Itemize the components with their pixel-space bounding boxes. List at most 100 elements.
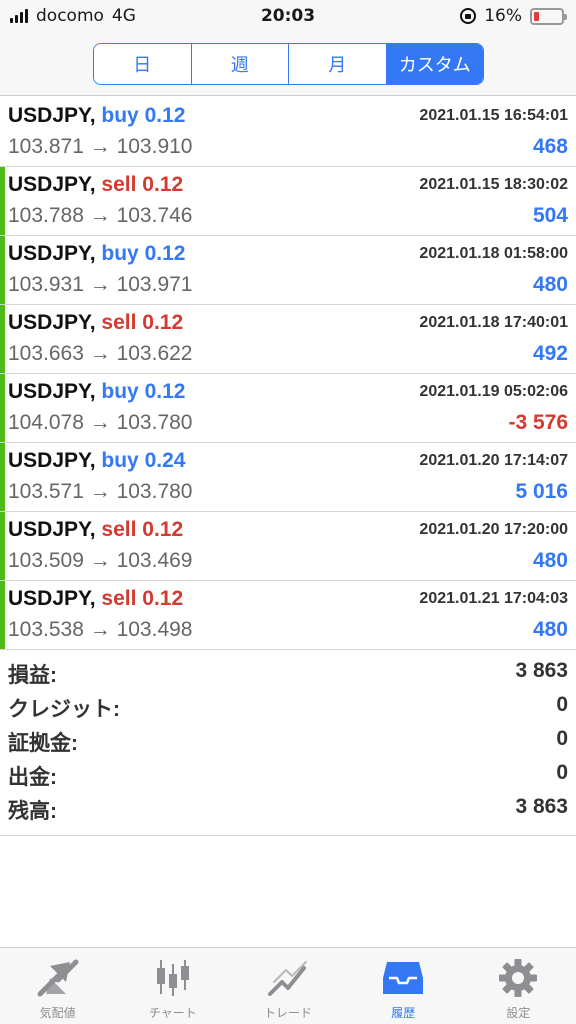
trade-profit: 468 [532, 135, 568, 158]
trade-title: USDJPY, buy 0.12 [8, 242, 185, 266]
segment-month[interactable]: 月 [289, 44, 387, 84]
trade-title: USDJPY, buy 0.24 [8, 449, 185, 473]
trade-title: USDJPY, sell 0.12 [8, 173, 183, 197]
trade-symbol: USDJPY, [8, 173, 96, 196]
trade-volume: 0.12 [142, 311, 184, 334]
trade-row[interactable]: USDJPY, sell 0.12 2021.01.21 17:04:03 10… [0, 581, 576, 650]
tab-label: 気配値 [39, 1006, 76, 1020]
trade-datetime: 2021.01.18 17:40:01 [419, 314, 568, 331]
account-summary: 損益: 3 863 クレジット: 0 証拠金: 0 出金: 0 残高: 3 86… [0, 654, 576, 836]
trade-datetime: 2021.01.19 05:02:06 [419, 383, 568, 400]
trade-volume: 0.12 [144, 380, 186, 403]
summary-label: 証拠金: [8, 732, 78, 755]
trade-profit: 504 [532, 204, 568, 227]
trade-volume: 0.12 [142, 173, 184, 196]
trade-title: USDJPY, buy 0.12 [8, 380, 185, 404]
trade-prices: 103.509 → 103.469 [8, 549, 193, 572]
rotation-lock-icon [460, 8, 477, 24]
trade-side: buy [101, 449, 139, 472]
summary-credit: クレジット: 0 [0, 688, 576, 722]
trade-title: USDJPY, sell 0.12 [8, 311, 183, 335]
trade-volume: 0.12 [144, 104, 186, 127]
trade-profit: 480 [532, 618, 568, 641]
quotes-icon [37, 959, 79, 997]
trade-symbol: USDJPY, [8, 449, 96, 472]
bottom-tab-bar: 気配値 チャート トレード 履歴 設定 [0, 947, 576, 1024]
trade-row[interactable]: USDJPY, buy 0.24 2021.01.20 17:14:07 103… [0, 443, 576, 512]
summary-label: 出金: [8, 766, 57, 789]
summary-deposit: 証拠金: 0 [0, 722, 576, 756]
trade-datetime: 2021.01.20 17:20:00 [419, 521, 568, 538]
status-right: 16% [460, 6, 567, 26]
trade-datetime: 2021.01.21 17:04:03 [419, 590, 568, 607]
trade-prices: 103.871 → 103.910 [8, 135, 193, 158]
summary-profit: 損益: 3 863 [0, 654, 576, 688]
trade-prices: 103.788 → 103.746 [8, 204, 193, 227]
tab-label: トレード [264, 1006, 313, 1020]
trade-side: sell [101, 173, 137, 196]
trade-row[interactable]: USDJPY, sell 0.12 2021.01.18 17:40:01 10… [0, 305, 576, 374]
trade-volume: 0.24 [144, 449, 186, 472]
status-bar: docomo 4G 20:03 16% [0, 0, 576, 34]
trade-row[interactable]: USDJPY, buy 0.12 2021.01.19 05:02:06 104… [0, 374, 576, 443]
summary-withdrawal: 出金: 0 [0, 756, 576, 790]
summary-label: クレジット: [8, 698, 120, 721]
trade-side: buy [101, 104, 139, 127]
period-segmented-control: 日 週 月 カスタム [93, 43, 484, 85]
segment-day[interactable]: 日 [94, 44, 192, 84]
trade-side: buy [101, 380, 139, 403]
trade-row[interactable]: USDJPY, buy 0.12 2021.01.15 16:54:01 103… [0, 98, 576, 167]
trade-symbol: USDJPY, [8, 311, 96, 334]
trade-title: USDJPY, sell 0.12 [8, 587, 183, 611]
trade-datetime: 2021.01.18 01:58:00 [419, 245, 568, 262]
trade-side: sell [101, 311, 137, 334]
period-selector-bar: 日 週 月 カスタム [0, 34, 576, 96]
summary-value: 3 863 [515, 659, 568, 682]
trade-datetime: 2021.01.20 17:14:07 [419, 452, 568, 469]
segment-week[interactable]: 週 [191, 44, 289, 84]
tab-label: 履歴 [391, 1006, 416, 1020]
trade-title: USDJPY, sell 0.12 [8, 518, 183, 542]
trade-symbol: USDJPY, [8, 380, 96, 403]
summary-value: 0 [556, 693, 568, 716]
trade-prices: 103.538 → 103.498 [8, 618, 193, 641]
trade-symbol: USDJPY, [8, 104, 96, 127]
trade-volume: 0.12 [142, 518, 184, 541]
trade-prices: 104.078 → 103.780 [8, 411, 193, 434]
trade-row[interactable]: USDJPY, buy 0.12 2021.01.18 01:58:00 103… [0, 236, 576, 305]
history-list: USDJPY, buy 0.12 2021.01.15 16:54:01 103… [0, 98, 576, 650]
trade-row[interactable]: USDJPY, sell 0.12 2021.01.15 18:30:02 10… [0, 167, 576, 236]
summary-value: 3 863 [515, 795, 568, 818]
summary-balance: 残高: 3 863 [0, 790, 576, 824]
tab-history[interactable]: 履歴 [346, 948, 461, 1024]
trade-datetime: 2021.01.15 16:54:01 [419, 107, 568, 124]
history-icon [383, 962, 424, 994]
trade-prices: 103.663 → 103.622 [8, 342, 193, 365]
chart-icon [156, 960, 189, 996]
tab-label: チャート [148, 1006, 197, 1020]
summary-label: 損益: [8, 664, 57, 687]
summary-label: 残高: [8, 800, 57, 823]
tab-chart[interactable]: チャート [115, 948, 230, 1024]
trade-prices: 103.931 → 103.971 [8, 273, 193, 296]
trade-symbol: USDJPY, [8, 518, 96, 541]
trade-symbol: USDJPY, [8, 587, 96, 610]
trade-volume: 0.12 [144, 242, 186, 265]
battery-icon [530, 7, 567, 25]
trade-side: sell [101, 518, 137, 541]
trade-prices: 103.571 → 103.780 [8, 480, 193, 503]
trade-datetime: 2021.01.15 18:30:02 [419, 176, 568, 193]
tab-quotes[interactable]: 気配値 [0, 948, 115, 1024]
trade-profit: 5 016 [515, 480, 568, 503]
tab-trade[interactable]: トレード [230, 948, 345, 1024]
tab-settings[interactable]: 設定 [461, 948, 576, 1024]
trade-profit: 480 [532, 273, 568, 296]
trade-title: USDJPY, buy 0.12 [8, 104, 185, 128]
trade-volume: 0.12 [142, 587, 184, 610]
trade-row[interactable]: USDJPY, sell 0.12 2021.01.20 17:20:00 10… [0, 512, 576, 581]
segment-custom[interactable]: カスタム [386, 44, 483, 84]
trade-profit: -3 576 [508, 411, 568, 434]
battery-percent: 16% [484, 6, 522, 26]
trade-symbol: USDJPY, [8, 242, 96, 265]
trade-side: buy [101, 242, 139, 265]
